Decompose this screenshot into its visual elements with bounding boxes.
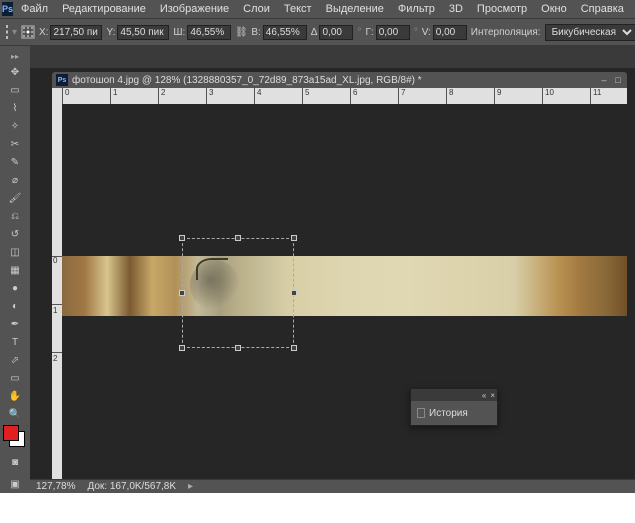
history-label: История [429, 408, 468, 419]
skew-v-label: V: [422, 27, 431, 38]
document-title: фотошоп 4.jpg @ 128% (1328880357_0_72d89… [72, 75, 422, 86]
brush-tool[interactable]: 🖌 [5, 189, 25, 207]
document-tab[interactable]: Ps фотошоп 4.jpg @ 128% (1328880357_0_72… [52, 72, 627, 88]
x-label: X: [39, 27, 48, 38]
menu-edit[interactable]: Редактирование [56, 1, 152, 17]
hand-tool[interactable]: ✋ [5, 387, 25, 405]
menu-bar: Ps Файл Редактирование Изображение Слои … [0, 0, 635, 18]
foreground-color[interactable] [3, 425, 19, 441]
menu-window[interactable]: Окно [535, 1, 573, 17]
panel-header[interactable]: « × [411, 389, 497, 401]
minimize-button[interactable]: – [599, 75, 609, 85]
path-selection-tool[interactable]: ⬀ [5, 351, 25, 369]
handle-bottom-right[interactable] [291, 345, 297, 351]
clone-stamp-tool[interactable]: ⎌ [5, 207, 25, 225]
page-margin [0, 493, 635, 523]
lasso-tool[interactable]: ⌇ [5, 99, 25, 117]
pen-tool[interactable]: ✒ [5, 315, 25, 333]
dodge-tool[interactable]: ◐ [5, 297, 25, 315]
collapse-icon[interactable]: ▸▸ [11, 50, 19, 63]
menu-3d[interactable]: 3D [443, 1, 469, 17]
history-panel[interactable]: « × История [410, 388, 498, 426]
ruler-corner [52, 88, 62, 104]
menu-select[interactable]: Выделение [320, 1, 390, 17]
interp-label: Интерполяция: [471, 27, 541, 38]
handle-mid-right[interactable] [291, 290, 297, 296]
move-tool[interactable]: ✥ [5, 63, 25, 81]
healing-brush-tool[interactable]: ⌀ [5, 171, 25, 189]
handle-bottom-mid[interactable] [235, 345, 241, 351]
blur-tool[interactable]: ● [5, 279, 25, 297]
menu-file[interactable]: Файл [15, 1, 54, 17]
zoom-level[interactable]: 127,78% [36, 481, 75, 492]
eyedropper-tool[interactable]: ✎ [5, 153, 25, 171]
handle-mid-left[interactable] [179, 290, 185, 296]
color-swatches[interactable] [3, 425, 27, 449]
options-bar: ▾ X: Y: Ш: ⛓ В: Δ ° Г: ° V: Интерполяция… [0, 18, 635, 46]
type-tool[interactable]: T [5, 333, 25, 351]
crop-tool[interactable]: ✂ [5, 135, 25, 153]
image-content [62, 256, 627, 316]
tab-bar [30, 46, 635, 68]
doc-size: Док: 167,0K/567,8K [87, 481, 176, 492]
workspace[interactable] [62, 104, 627, 479]
h-input[interactable] [263, 25, 307, 40]
handle-bottom-left[interactable] [179, 345, 185, 351]
menu-image[interactable]: Изображение [154, 1, 235, 17]
menu-layers[interactable]: Слои [237, 1, 276, 17]
close-panel-icon[interactable]: × [490, 391, 495, 400]
status-menu-icon[interactable]: ▸ [188, 481, 193, 492]
skew-h-label: Г: [365, 27, 373, 38]
menu-text[interactable]: Текст [278, 1, 318, 17]
screen-mode-icon[interactable]: ▣ [5, 475, 25, 493]
w-label: Ш: [173, 27, 185, 38]
angle-label: Δ [311, 27, 318, 38]
skew-v-input[interactable] [433, 25, 467, 40]
menu-view[interactable]: Просмотр [471, 1, 533, 17]
handle-top-right[interactable] [291, 235, 297, 241]
horizontal-ruler: 0 1 2 3 4 5 6 7 8 9 10 11 [62, 88, 627, 104]
shape-tool[interactable]: ▭ [5, 369, 25, 387]
magic-wand-tool[interactable]: ✧ [5, 117, 25, 135]
interp-select[interactable]: Бикубическая [545, 24, 635, 41]
skew-h-input[interactable] [376, 25, 410, 40]
w-input[interactable] [187, 25, 231, 40]
history-thumb-icon [417, 408, 425, 418]
maximize-button[interactable]: □ [613, 75, 623, 85]
handle-top-left[interactable] [179, 235, 185, 241]
status-bar: 127,78% Док: 167,0K/567,8K ▸ [30, 479, 635, 493]
y-label: Y: [106, 27, 115, 38]
x-input[interactable] [50, 25, 102, 40]
link-icon[interactable]: ⛓ [235, 26, 247, 38]
angle-input[interactable] [319, 25, 353, 40]
vertical-ruler: 0 1 2 [52, 104, 62, 479]
handle-top-mid[interactable] [235, 235, 241, 241]
doc-icon: Ps [56, 74, 68, 86]
eraser-tool[interactable]: ◫ [5, 243, 25, 261]
app-logo-icon: Ps [2, 2, 13, 16]
collapse-panel-icon[interactable]: « [482, 391, 486, 400]
gradient-tool[interactable]: ▦ [5, 261, 25, 279]
tools-panel: ▸▸ ✥ ▭ ⌇ ✧ ✂ ✎ ⌀ 🖌 ⎌ ↺ ◫ ▦ ● ◐ ✒ T ⬀ ▭ ✋… [0, 46, 30, 493]
h-label: В: [251, 27, 260, 38]
transform-tool-icon [6, 25, 8, 39]
y-input[interactable] [117, 25, 169, 40]
reference-point-icon[interactable] [21, 23, 35, 41]
history-brush-tool[interactable]: ↺ [5, 225, 25, 243]
menu-help[interactable]: Справка [575, 1, 630, 17]
quick-mask-icon[interactable]: ◙ [5, 453, 25, 471]
transform-bounding-box[interactable] [182, 238, 294, 348]
marquee-tool[interactable]: ▭ [5, 81, 25, 99]
zoom-tool[interactable]: 🔍 [5, 405, 25, 423]
menu-filter[interactable]: Фильтр [392, 1, 441, 17]
